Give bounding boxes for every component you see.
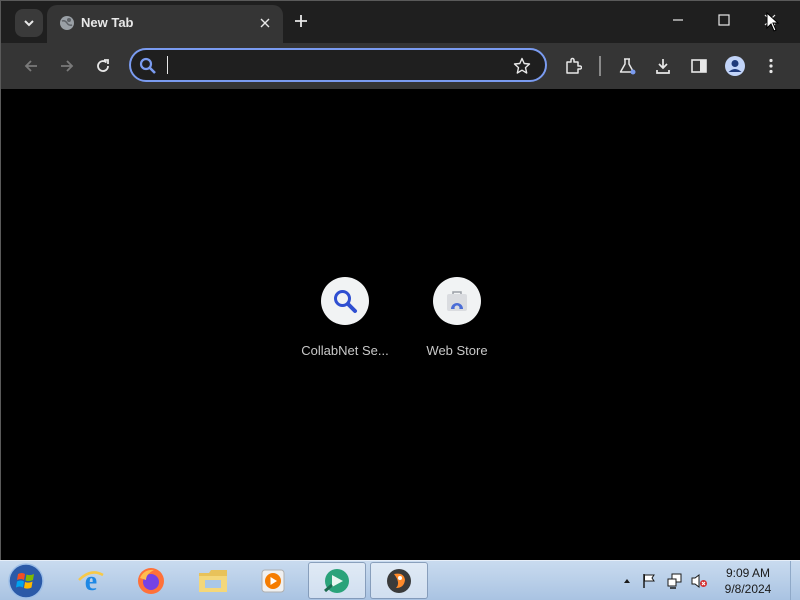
back-button[interactable] xyxy=(17,52,45,80)
shortcut-tile[interactable]: CollabNet Se... xyxy=(289,275,401,365)
new-tab-button[interactable] xyxy=(289,9,313,33)
side-panel-button[interactable] xyxy=(685,52,713,80)
start-button[interactable] xyxy=(6,562,46,600)
downloads-button[interactable] xyxy=(649,52,677,80)
bookmark-star-button[interactable] xyxy=(511,55,533,77)
plus-icon xyxy=(295,15,307,27)
firefox-icon xyxy=(138,567,164,594)
toolbar xyxy=(1,43,800,89)
new-tab-page: CollabNet Se... Web Store xyxy=(1,89,800,561)
shortcut-icon-circle xyxy=(321,277,369,325)
show-desktop-button[interactable] xyxy=(790,561,800,600)
action-center-button[interactable] xyxy=(640,572,658,590)
taskbar-app-firefox[interactable] xyxy=(122,562,180,599)
labs-flask-icon xyxy=(619,58,636,75)
network-icon xyxy=(667,573,682,589)
forward-arrow-icon xyxy=(61,60,74,72)
app-green-icon xyxy=(324,568,349,593)
maximize-button[interactable] xyxy=(701,5,747,35)
extensions-button[interactable] xyxy=(559,52,587,80)
volume-button[interactable] xyxy=(690,572,708,590)
close-icon xyxy=(260,18,270,28)
menu-dots-icon xyxy=(769,58,773,74)
address-input[interactable] xyxy=(165,54,505,76)
search-icon xyxy=(334,290,357,313)
show-hidden-icons-button[interactable] xyxy=(618,572,636,590)
address-bar[interactable] xyxy=(129,48,547,82)
back-arrow-icon xyxy=(24,60,37,72)
chevron-down-icon xyxy=(24,20,34,27)
windows-logo-icon xyxy=(8,563,44,599)
taskbar-app-orange[interactable] xyxy=(370,562,428,599)
tab-title: New Tab xyxy=(81,15,134,30)
side-panel-icon xyxy=(691,59,707,73)
internet-explorer-icon: e xyxy=(78,566,104,596)
extensions-icon xyxy=(566,57,582,74)
search-icon xyxy=(139,57,156,74)
shortcut-icon-circle xyxy=(433,277,481,325)
browser-window: New Tab CollabNet Se... Web Store xyxy=(0,0,800,561)
profile-icon xyxy=(725,56,745,76)
taskbar-app-internet-explorer[interactable]: e xyxy=(62,562,120,599)
taskbar-app-media-player[interactable] xyxy=(244,562,302,599)
shortcut-label: Web Store xyxy=(426,343,488,358)
tab-strip: New Tab xyxy=(1,1,800,43)
web-store-icon xyxy=(447,291,467,311)
clock-date: 9/8/2024 xyxy=(724,582,772,596)
file-explorer-icon xyxy=(199,569,227,592)
profile-button[interactable] xyxy=(721,52,749,80)
tab-close-button[interactable] xyxy=(255,13,275,33)
download-icon xyxy=(656,59,670,74)
system-clock[interactable]: 9:09 AM 9/8/2024 xyxy=(716,565,780,597)
svg-text:e: e xyxy=(85,566,97,596)
menu-button[interactable] xyxy=(757,52,785,80)
toolbar-divider xyxy=(599,56,601,76)
shortcut-tile[interactable]: Web Store xyxy=(401,275,513,365)
taskbar-app-file-explorer[interactable] xyxy=(184,562,242,599)
minimize-icon xyxy=(673,19,683,21)
star-icon xyxy=(513,57,531,74)
labs-button[interactable] xyxy=(613,52,641,80)
network-button[interactable] xyxy=(666,572,684,590)
minimize-button[interactable] xyxy=(655,5,701,35)
tab-new-tab[interactable]: New Tab xyxy=(47,5,283,43)
taskbar: e 9:09 AM 9/8/2024 xyxy=(0,560,800,600)
clock-time: 9:09 AM xyxy=(725,566,771,580)
shortcut-label: CollabNet Se... xyxy=(301,343,389,358)
media-player-icon xyxy=(261,569,285,592)
reload-button[interactable] xyxy=(89,52,117,80)
volume-muted-icon xyxy=(691,574,707,588)
globe-icon xyxy=(60,16,74,30)
chevron-up-icon xyxy=(624,579,630,583)
maximize-icon xyxy=(718,14,730,26)
taskbar-app-green[interactable] xyxy=(308,562,366,599)
text-caret xyxy=(167,56,168,74)
app-orange-icon xyxy=(387,568,411,593)
forward-button[interactable] xyxy=(53,52,81,80)
mouse-cursor-icon xyxy=(766,12,780,32)
tab-search-button[interactable] xyxy=(15,9,43,37)
reload-icon xyxy=(97,59,109,72)
action-center-flag-icon xyxy=(643,574,655,588)
